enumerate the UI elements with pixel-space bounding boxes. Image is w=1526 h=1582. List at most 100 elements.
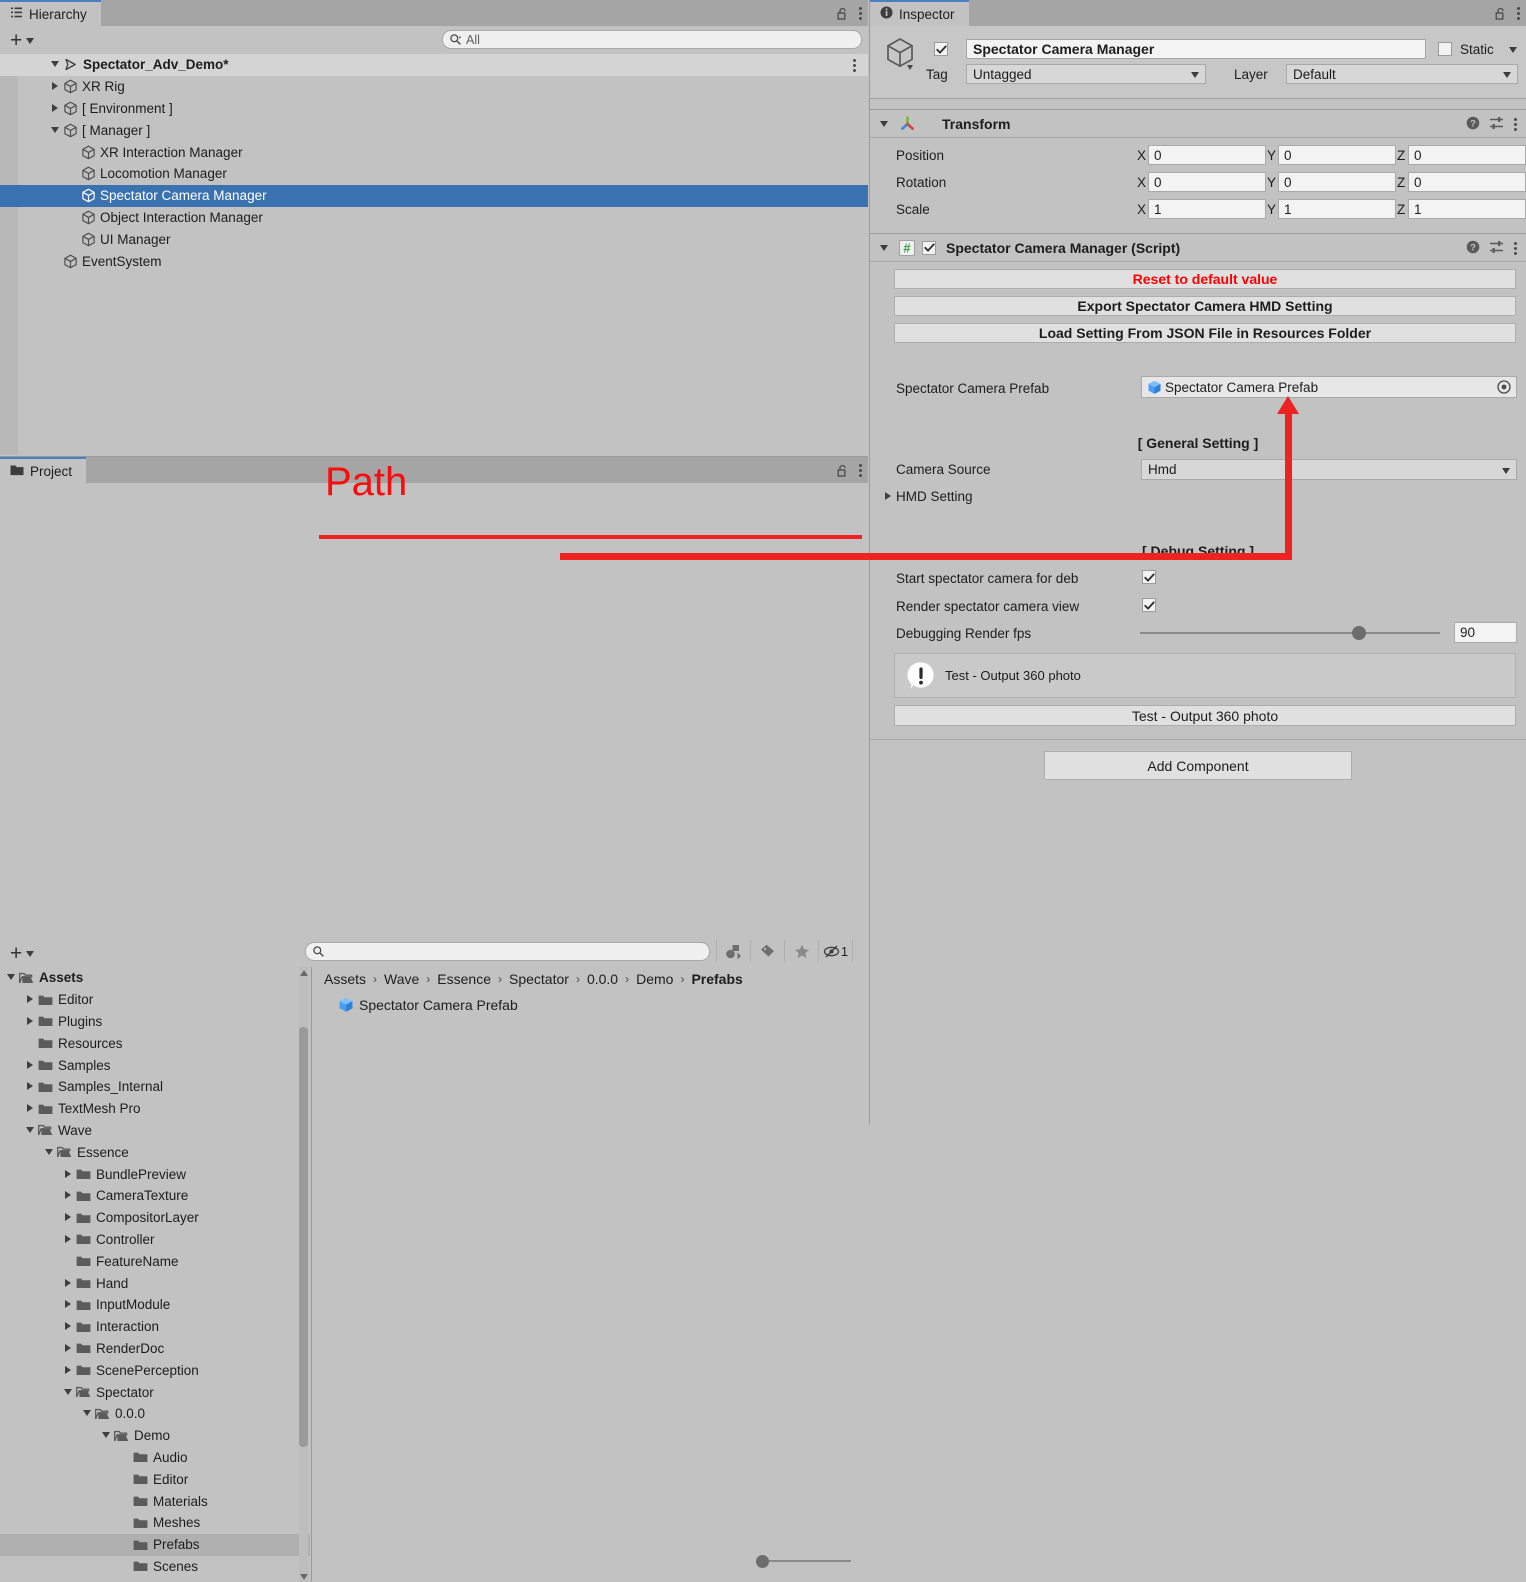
hierarchy-add-button[interactable]: + bbox=[10, 30, 35, 51]
project-folder-interaction[interactable]: Interaction bbox=[0, 1316, 310, 1338]
breadcrumb-item-assets[interactable]: Assets bbox=[324, 971, 366, 987]
foldout-collapsed-icon[interactable] bbox=[63, 1321, 74, 1332]
project-folder-meshes[interactable]: Meshes bbox=[0, 1512, 310, 1534]
debugging-render-fps-slider[interactable] bbox=[1140, 626, 1440, 640]
foldout-collapsed-icon[interactable] bbox=[25, 1103, 36, 1114]
foldout-collapsed-icon[interactable] bbox=[63, 1278, 74, 1289]
kebab-menu-icon[interactable] bbox=[1513, 242, 1517, 256]
foldout-collapsed-icon[interactable] bbox=[63, 1234, 74, 1245]
script-enabled-checkbox[interactable] bbox=[922, 240, 936, 255]
breadcrumb-item-spectator[interactable]: Spectator bbox=[509, 971, 569, 987]
lock-open-icon[interactable] bbox=[837, 7, 848, 20]
hierarchy-item-locomotion-manager[interactable]: Locomotion Manager bbox=[0, 163, 868, 185]
project-search-input[interactable] bbox=[305, 942, 710, 961]
kebab-menu-icon[interactable] bbox=[858, 463, 862, 477]
project-content-browser[interactable]: Assets › Wave › Essence › Spectator › 0.0.0 › Demo… bbox=[311, 967, 869, 1582]
foldout-expanded-icon[interactable] bbox=[880, 244, 888, 251]
project-folder-hand[interactable]: Hand bbox=[0, 1272, 310, 1294]
project-folder-inputmodule[interactable]: InputModule bbox=[0, 1294, 310, 1316]
transform-position-y-input[interactable]: 0 bbox=[1278, 145, 1396, 165]
hierarchy-item-xr-rig[interactable]: XR Rig bbox=[0, 76, 868, 98]
foldout-collapsed-icon[interactable] bbox=[25, 1016, 36, 1027]
favorites-star-icon[interactable] bbox=[785, 940, 819, 962]
hierarchy-item-xr-interaction-manager[interactable]: XR Interaction Manager bbox=[0, 141, 868, 163]
test-output-360-photo-button[interactable]: Test - Output 360 photo bbox=[894, 705, 1516, 726]
list-item[interactable]: Spectator Camera Prefab bbox=[338, 997, 518, 1013]
script-component-header[interactable]: # Spectator Camera Manager (Script) ? bbox=[870, 233, 1526, 262]
static-checkbox[interactable] bbox=[1438, 42, 1452, 56]
hierarchy-tree[interactable]: Spectator_Adv_Demo* XR Rig [ Environment ]… bbox=[0, 54, 868, 455]
hierarchy-item-environment[interactable]: [ Environment ] bbox=[0, 98, 868, 120]
hierarchy-search-input[interactable]: All bbox=[442, 30, 862, 49]
project-folder-bundlepreview[interactable]: BundlePreview bbox=[0, 1163, 310, 1185]
transform-position-x-input[interactable]: 0 bbox=[1148, 145, 1266, 165]
project-folder-spectator[interactable]: Spectator bbox=[0, 1381, 310, 1403]
hmd-setting-foldout[interactable]: HMD Setting bbox=[883, 489, 973, 504]
breadcrumb-item-demo[interactable]: Demo bbox=[636, 971, 673, 987]
tab-inspector[interactable]: Inspector bbox=[870, 0, 969, 26]
project-folder-textmesh-pro[interactable]: TextMesh Pro bbox=[0, 1098, 310, 1120]
foldout-expanded-icon[interactable] bbox=[6, 972, 17, 983]
tag-dropdown[interactable]: Untagged bbox=[966, 64, 1206, 84]
object-picker-icon[interactable] bbox=[1497, 380, 1511, 394]
transform-position-z-input[interactable]: 0 bbox=[1408, 145, 1526, 165]
project-folder-0-0-0[interactable]: 0.0.0 bbox=[0, 1403, 310, 1425]
camera-source-dropdown[interactable]: Hmd bbox=[1141, 459, 1517, 480]
project-folder-editor[interactable]: Editor bbox=[0, 1468, 310, 1490]
foldout-collapsed-icon[interactable] bbox=[25, 1060, 36, 1071]
project-folder-controller[interactable]: Controller bbox=[0, 1229, 310, 1251]
project-folder-resources[interactable]: Resources bbox=[0, 1032, 310, 1054]
project-folder-samples[interactable]: Samples bbox=[0, 1054, 310, 1076]
hierarchy-item-object-interaction-manager[interactable]: Object Interaction Manager bbox=[0, 207, 868, 229]
debugging-render-fps-value[interactable]: 90 bbox=[1454, 622, 1517, 643]
scroll-up-arrow[interactable] bbox=[299, 967, 308, 978]
project-add-button[interactable]: + bbox=[10, 943, 35, 964]
project-folder-compositorlayer[interactable]: CompositorLayer bbox=[0, 1207, 310, 1229]
chevron-down-icon[interactable] bbox=[1509, 47, 1517, 53]
hierarchy-item-spectator-camera-manager[interactable]: Spectator Camera Manager bbox=[0, 184, 868, 207]
breadcrumb-item-wave[interactable]: Wave bbox=[384, 971, 419, 987]
layer-dropdown[interactable]: Default bbox=[1286, 64, 1518, 84]
transform-scale-x-input[interactable]: 1 bbox=[1148, 199, 1266, 219]
lock-open-icon[interactable] bbox=[837, 464, 848, 477]
spectator-camera-prefab-field[interactable]: Spectator Camera Prefab bbox=[1141, 376, 1517, 398]
hierarchy-item-manager[interactable]: [ Manager ] bbox=[0, 119, 868, 141]
project-folder-scenes[interactable]: Scenes bbox=[0, 1556, 310, 1578]
start-spectator-camera-checkbox[interactable] bbox=[1142, 570, 1156, 584]
kebab-menu-icon[interactable] bbox=[852, 58, 856, 72]
foldout-expanded-icon[interactable] bbox=[101, 1430, 112, 1441]
add-component-button[interactable]: Add Component bbox=[1044, 751, 1352, 780]
foldout-expanded-icon[interactable] bbox=[44, 1147, 55, 1158]
kebab-menu-icon[interactable] bbox=[858, 6, 862, 20]
project-folder-assets[interactable]: Assets bbox=[0, 967, 310, 989]
load-setting-json-button[interactable]: Load Setting From JSON File in Resources… bbox=[894, 323, 1516, 343]
project-tree-scroll-thumb[interactable] bbox=[299, 1027, 308, 1447]
lock-open-icon[interactable] bbox=[1495, 7, 1506, 20]
gameobject-name-field[interactable]: Spectator Camera Manager bbox=[966, 39, 1426, 59]
project-folder-wave[interactable]: Wave bbox=[0, 1120, 310, 1142]
project-tree-scrollbar[interactable] bbox=[299, 967, 308, 1582]
foldout-collapsed-icon[interactable] bbox=[63, 1190, 74, 1201]
asset-type-filter-icon[interactable] bbox=[716, 940, 751, 962]
foldout-collapsed-icon[interactable] bbox=[63, 1365, 74, 1376]
foldout-expanded-icon[interactable] bbox=[50, 59, 61, 70]
transform-scale-y-input[interactable]: 1 bbox=[1278, 199, 1396, 219]
gameobject-cube-icon[interactable] bbox=[882, 35, 920, 73]
project-folder-renderdoc[interactable]: RenderDoc bbox=[0, 1338, 310, 1360]
foldout-collapsed-icon[interactable] bbox=[63, 1212, 74, 1223]
breadcrumb-item-0-0-0[interactable]: 0.0.0 bbox=[587, 971, 618, 987]
hierarchy-scene-row[interactable]: Spectator_Adv_Demo* bbox=[0, 54, 868, 76]
kebab-menu-icon[interactable] bbox=[1513, 118, 1517, 132]
foldout-collapsed-icon[interactable] bbox=[63, 1343, 74, 1354]
render-spectator-view-checkbox[interactable] bbox=[1142, 598, 1156, 612]
preset-sliders-icon[interactable] bbox=[1489, 116, 1504, 133]
foldout-expanded-icon[interactable] bbox=[82, 1408, 93, 1419]
transform-scale-z-input[interactable]: 1 bbox=[1408, 199, 1526, 219]
foldout-expanded-icon[interactable] bbox=[25, 1125, 36, 1136]
transform-rotation-y-input[interactable]: 0 bbox=[1278, 172, 1396, 192]
foldout-expanded-icon[interactable] bbox=[880, 120, 888, 127]
project-folder-cameratexture[interactable]: CameraTexture bbox=[0, 1185, 310, 1207]
help-icon[interactable]: ? bbox=[1466, 240, 1480, 257]
breadcrumb-item-essence[interactable]: Essence bbox=[437, 971, 491, 987]
project-folder-prefabs[interactable]: Prefabs bbox=[0, 1533, 310, 1556]
